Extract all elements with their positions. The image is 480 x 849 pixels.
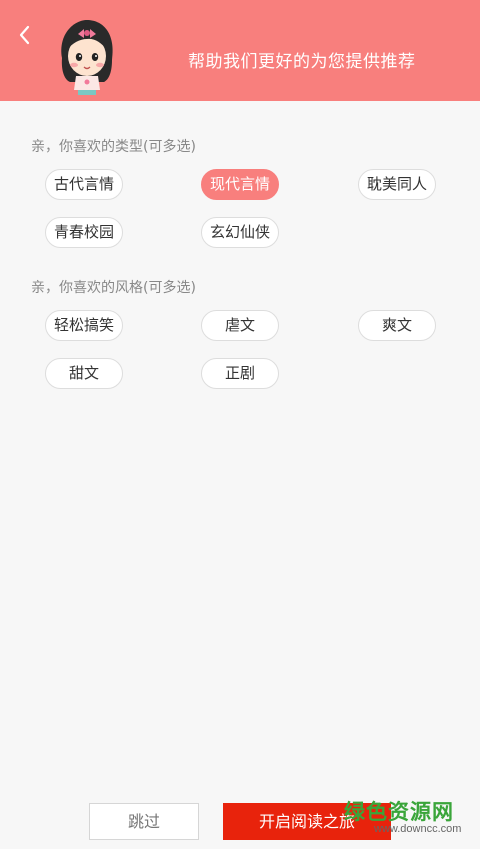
style-tag-lighthearted[interactable]: 轻松搞笑 — [45, 310, 123, 341]
genre-tag-modern-romance[interactable]: 现代言情 — [201, 169, 279, 200]
watermark-main-text: 绿色资源网 — [344, 800, 454, 824]
style-tag-satisfying[interactable]: 爽文 — [358, 310, 436, 341]
skip-button[interactable]: 跳过 — [89, 803, 199, 840]
watermark-logo: 绿色资源网 www.downcc.com — [344, 796, 470, 842]
header-bar: 帮助我们更好的为您提供推荐 — [0, 0, 480, 101]
girl-avatar-icon — [52, 16, 122, 98]
chevron-left-icon — [19, 25, 30, 45]
genre-tag-fantasy-xianxia[interactable]: 玄幻仙侠 — [201, 217, 279, 248]
genre-tag-ancient-romance[interactable]: 古代言情 — [45, 169, 123, 200]
style-tag-sweet[interactable]: 甜文 — [45, 358, 123, 389]
genre-tag-youth-campus[interactable]: 青春校园 — [45, 217, 123, 248]
style-section-title: 亲，你喜欢的风格(可多选) — [31, 280, 196, 296]
style-tag-serious-drama[interactable]: 正剧 — [201, 358, 279, 389]
header-title: 帮助我们更好的为您提供推荐 — [188, 52, 416, 72]
watermark-sub-text: www.downcc.com — [374, 823, 462, 835]
style-tag-angst[interactable]: 虐文 — [201, 310, 279, 341]
back-button[interactable] — [14, 22, 38, 48]
genre-section-title: 亲，你喜欢的类型(可多选) — [31, 139, 196, 155]
genre-tag-danmei-fanfic[interactable]: 耽美同人 — [358, 169, 436, 200]
